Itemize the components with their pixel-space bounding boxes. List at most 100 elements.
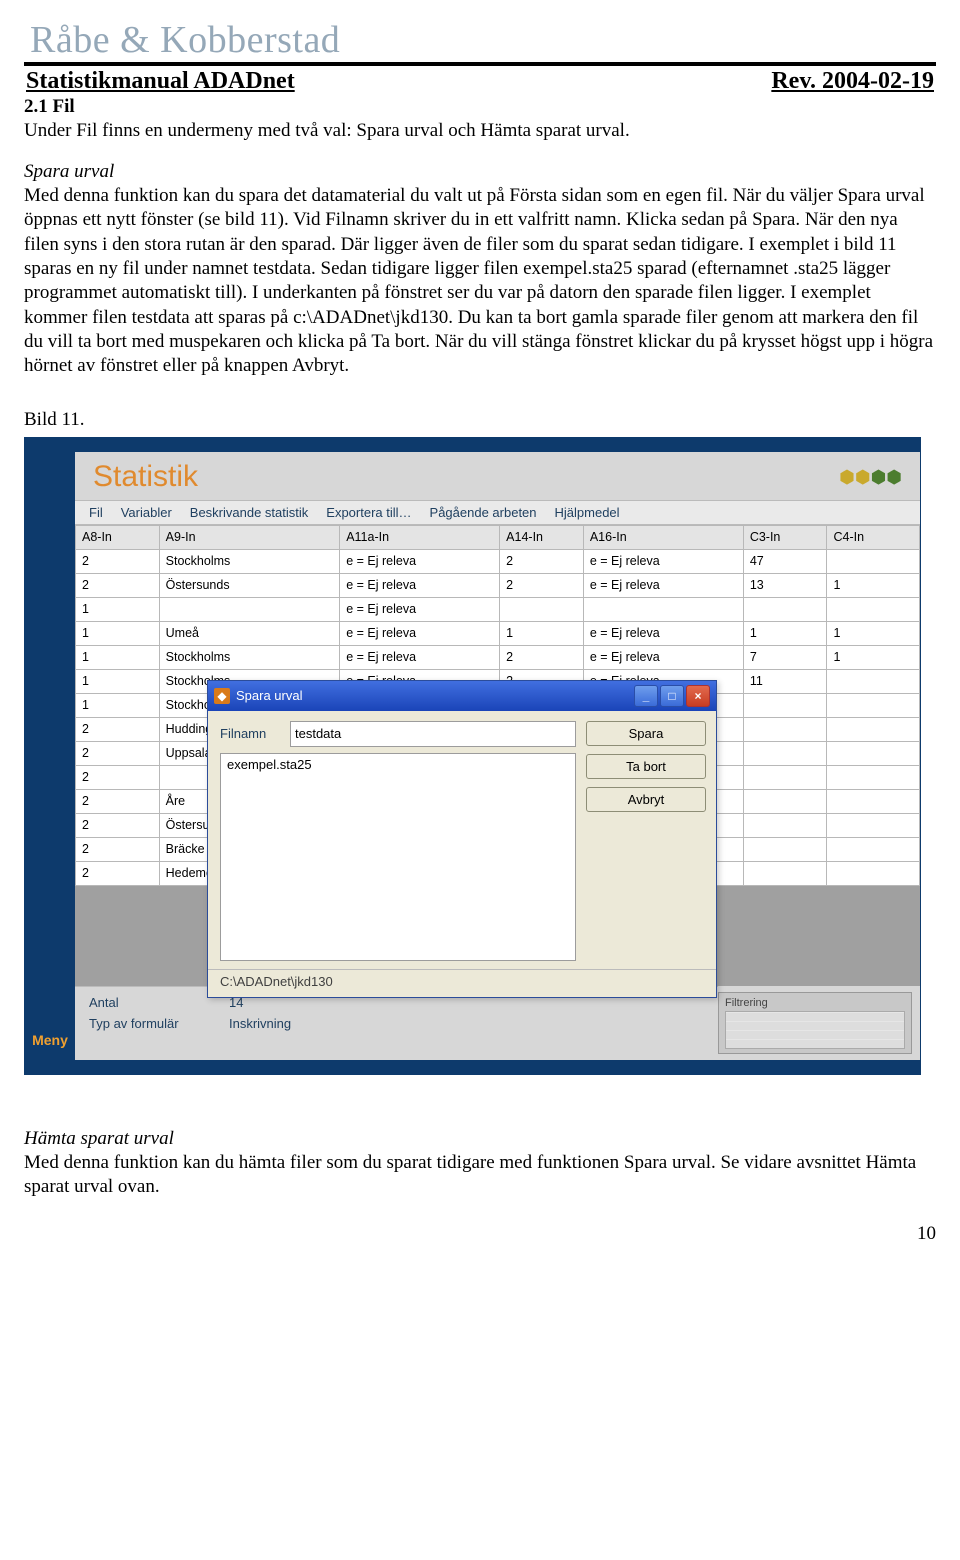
table-cell[interactable]: e = Ej releva bbox=[340, 645, 500, 669]
col-header[interactable]: C4-In bbox=[827, 525, 920, 549]
table-cell[interactable]: 1 bbox=[500, 621, 584, 645]
col-header[interactable]: A9-In bbox=[159, 525, 340, 549]
table-cell[interactable] bbox=[827, 765, 920, 789]
table-cell[interactable]: Umeå bbox=[159, 621, 340, 645]
table-cell[interactable]: e = Ej releva bbox=[583, 621, 743, 645]
table-cell[interactable]: Stockholms bbox=[159, 549, 340, 573]
table-row[interactable]: 2Stockholmse = Ej releva2e = Ej releva47 bbox=[76, 549, 920, 573]
table-cell[interactable] bbox=[827, 861, 920, 885]
table-cell[interactable]: e = Ej releva bbox=[583, 549, 743, 573]
table-row[interactable]: 1Umeåe = Ej releva1e = Ej releva11 bbox=[76, 621, 920, 645]
table-cell[interactable] bbox=[743, 765, 827, 789]
table-cell[interactable]: 2 bbox=[500, 549, 584, 573]
table-cell[interactable]: e = Ej releva bbox=[340, 549, 500, 573]
doc-header-row: Statistikmanual ADADnet Rev. 2004-02-19 bbox=[24, 68, 936, 95]
close-icon[interactable]: × bbox=[686, 685, 710, 707]
table-cell[interactable] bbox=[827, 741, 920, 765]
screenshot-bottombar bbox=[25, 1060, 920, 1074]
table-cell[interactable]: 2 bbox=[76, 717, 160, 741]
menu-item[interactable]: Variabler bbox=[121, 505, 172, 520]
table-cell[interactable]: e = Ej releva bbox=[583, 645, 743, 669]
table-cell[interactable] bbox=[743, 789, 827, 813]
status-typ-label: Typ av formulär bbox=[89, 1016, 209, 1031]
col-header[interactable]: A8-In bbox=[76, 525, 160, 549]
table-cell[interactable]: e = Ej releva bbox=[583, 573, 743, 597]
table-cell[interactable]: 1 bbox=[76, 645, 160, 669]
table-cell[interactable]: 1 bbox=[76, 621, 160, 645]
col-header[interactable]: A11a-In bbox=[340, 525, 500, 549]
menu-item[interactable]: Fil bbox=[89, 505, 103, 520]
table-cell[interactable] bbox=[743, 741, 827, 765]
col-header[interactable]: A16-In bbox=[583, 525, 743, 549]
table-cell[interactable] bbox=[743, 813, 827, 837]
table-cell[interactable] bbox=[827, 813, 920, 837]
list-item[interactable]: exempel.sta25 bbox=[227, 757, 569, 772]
table-cell[interactable] bbox=[827, 693, 920, 717]
cancel-button[interactable]: Avbryt bbox=[586, 787, 706, 812]
dialog-titlebar[interactable]: ◆ Spara urval _ □ × bbox=[208, 681, 716, 711]
table-cell[interactable] bbox=[583, 597, 743, 621]
table-cell[interactable]: 1 bbox=[827, 645, 920, 669]
maximize-icon[interactable]: □ bbox=[660, 685, 684, 707]
table-row[interactable]: 1 e = Ej releva bbox=[76, 597, 920, 621]
table-cell[interactable] bbox=[827, 669, 920, 693]
save-button[interactable]: Spara bbox=[586, 721, 706, 746]
minimize-icon[interactable]: _ bbox=[634, 685, 658, 707]
table-cell[interactable] bbox=[827, 837, 920, 861]
screenshot-content-area: Statistik ⬢⬢⬢⬢ Fil Variabler Beskrivande… bbox=[75, 452, 920, 1060]
table-cell[interactable] bbox=[827, 597, 920, 621]
table-cell[interactable]: 47 bbox=[743, 549, 827, 573]
saved-files-listbox[interactable]: exempel.sta25 bbox=[220, 753, 576, 961]
filtrering-label: Filtrering bbox=[725, 997, 905, 1009]
col-header[interactable]: A14-In bbox=[500, 525, 584, 549]
table-cell[interactable]: 2 bbox=[76, 789, 160, 813]
menu-item[interactable]: Beskrivande statistik bbox=[190, 505, 309, 520]
table-cell[interactable]: e = Ej releva bbox=[340, 597, 500, 621]
table-cell[interactable] bbox=[743, 861, 827, 885]
table-cell[interactable]: Stockholms bbox=[159, 645, 340, 669]
menu-item[interactable]: Pågående arbeten bbox=[430, 505, 537, 520]
table-cell[interactable]: 2 bbox=[76, 861, 160, 885]
table-cell[interactable]: 11 bbox=[743, 669, 827, 693]
status-typ-value: Inskrivning bbox=[229, 1016, 291, 1031]
sidebar-tab-meny[interactable]: Meny bbox=[32, 1032, 68, 1048]
table-cell[interactable]: 1 bbox=[827, 621, 920, 645]
menu-item[interactable]: Exportera till… bbox=[326, 505, 411, 520]
delete-button[interactable]: Ta bort bbox=[586, 754, 706, 779]
table-cell[interactable]: 2 bbox=[76, 765, 160, 789]
table-row[interactable]: 2Östersundse = Ej releva2e = Ej releva13… bbox=[76, 573, 920, 597]
table-cell[interactable]: 2 bbox=[500, 573, 584, 597]
table-cell[interactable]: 1 bbox=[76, 693, 160, 717]
table-cell[interactable]: e = Ej releva bbox=[340, 621, 500, 645]
table-cell[interactable] bbox=[743, 693, 827, 717]
table-row[interactable]: 1Stockholmse = Ej releva2e = Ej releva71 bbox=[76, 645, 920, 669]
table-cell[interactable]: 2 bbox=[500, 645, 584, 669]
table-cell[interactable]: 2 bbox=[76, 573, 160, 597]
table-cell[interactable] bbox=[159, 597, 340, 621]
table-cell[interactable]: 2 bbox=[76, 813, 160, 837]
table-cell[interactable] bbox=[827, 549, 920, 573]
table-cell[interactable]: 1 bbox=[743, 621, 827, 645]
screenshot-window: Meny Statistik ⬢⬢⬢⬢ Fil Variabler Beskri… bbox=[24, 437, 921, 1075]
col-header[interactable]: C3-In bbox=[743, 525, 827, 549]
table-cell[interactable]: 2 bbox=[76, 549, 160, 573]
table-cell[interactable]: 13 bbox=[743, 573, 827, 597]
hamta-heading: Hämta sparat urval bbox=[24, 1127, 936, 1151]
table-cell[interactable]: e = Ej releva bbox=[340, 573, 500, 597]
table-cell[interactable] bbox=[827, 717, 920, 741]
table-cell[interactable]: 1 bbox=[827, 573, 920, 597]
table-cell[interactable] bbox=[743, 717, 827, 741]
table-cell[interactable] bbox=[743, 837, 827, 861]
table-cell[interactable]: 1 bbox=[76, 669, 160, 693]
table-cell[interactable]: 2 bbox=[76, 837, 160, 861]
filename-input[interactable] bbox=[290, 721, 576, 747]
menu-item[interactable]: Hjälpmedel bbox=[555, 505, 620, 520]
table-cell[interactable]: Östersunds bbox=[159, 573, 340, 597]
table-cell[interactable]: 2 bbox=[76, 741, 160, 765]
table-cell[interactable] bbox=[743, 597, 827, 621]
table-cell[interactable] bbox=[827, 789, 920, 813]
screenshot-left-sidebar: Meny bbox=[25, 452, 75, 1060]
table-cell[interactable] bbox=[500, 597, 584, 621]
table-cell[interactable]: 1 bbox=[76, 597, 160, 621]
table-cell[interactable]: 7 bbox=[743, 645, 827, 669]
